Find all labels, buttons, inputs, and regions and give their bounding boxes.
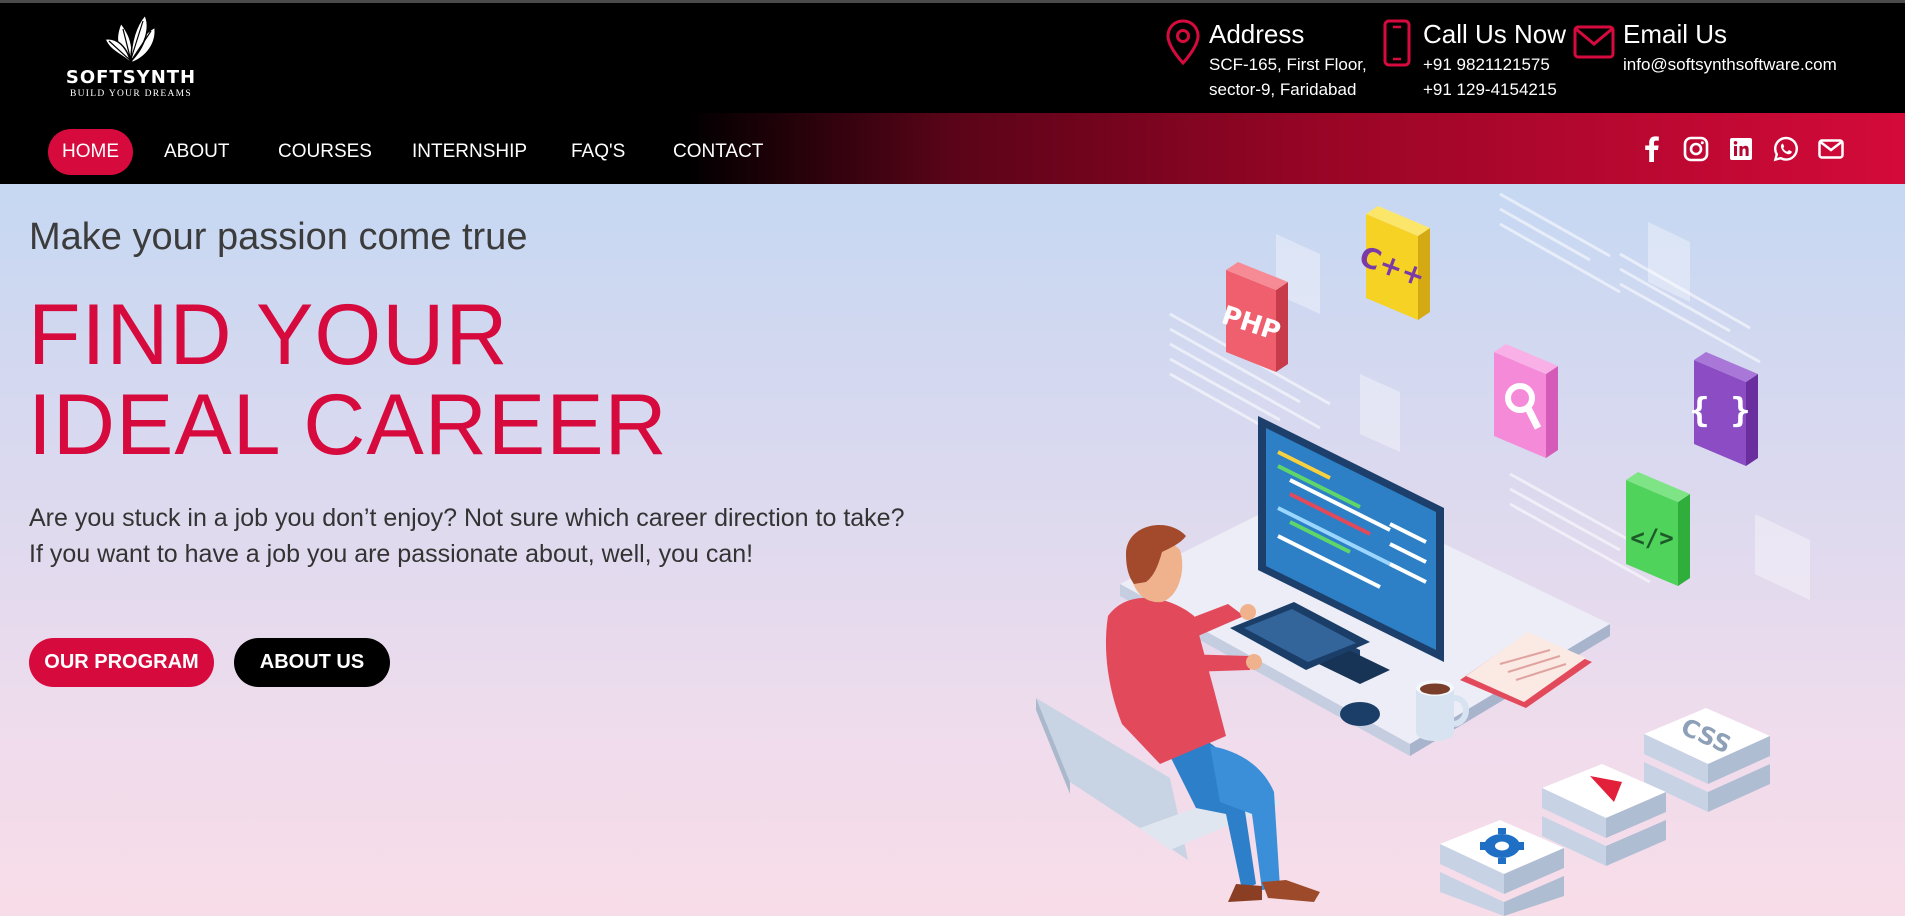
- about-us-button[interactable]: ABOUT US: [234, 638, 390, 687]
- envelope-icon: [1573, 25, 1615, 59]
- mail-icon[interactable]: [1817, 135, 1845, 163]
- call-title: Call Us Now: [1423, 19, 1567, 49]
- code-cube: </>: [1626, 472, 1690, 586]
- mouse: [1340, 702, 1380, 726]
- phone-icon: [1383, 19, 1411, 67]
- desc-line-2: If you want to have a job you are passio…: [29, 540, 754, 568]
- curly-cube: { }: [1689, 352, 1758, 466]
- brand-tagline: BUILD YOUR DREAMS: [69, 89, 193, 99]
- nav-internship[interactable]: INTERNSHIP: [412, 129, 527, 175]
- instagram-icon[interactable]: [1682, 135, 1710, 163]
- address-line-2: sector-9, Faridabad: [1209, 80, 1357, 99]
- nav-about[interactable]: ABOUT: [164, 129, 229, 175]
- hero-description: Are you stuck in a job you don’t enjoy? …: [29, 500, 904, 572]
- cpp-cube: C++: [1355, 206, 1430, 320]
- hero-tagline: Make your passion come true: [29, 216, 528, 258]
- main-nav: HOME ABOUT COURSES INTERNSHIP FAQ'S CONT…: [0, 113, 1905, 184]
- nav-home[interactable]: HOME: [48, 129, 133, 175]
- desc-line-1: Are you stuck in a job you don’t enjoy? …: [29, 504, 905, 532]
- email-title: Email Us: [1623, 19, 1728, 49]
- our-program-button[interactable]: OUR PROGRAM: [29, 638, 214, 687]
- brand-name: SOFTSYNTH: [65, 67, 197, 88]
- code-label: </>: [1630, 524, 1673, 552]
- nav-courses[interactable]: COURSES: [278, 129, 372, 175]
- leaf-logo-icon: [104, 13, 156, 65]
- curly-label: { }: [1689, 391, 1750, 431]
- nav-faqs[interactable]: FAQ'S: [571, 129, 625, 175]
- address-line-1: SCF-165, First Floor,: [1209, 55, 1367, 74]
- map-pin-icon: [1166, 19, 1200, 65]
- phone-2[interactable]: +91 129-4154215: [1423, 80, 1557, 100]
- hero-headline: FIND YOUR IDEAL CAREER: [28, 290, 668, 470]
- top-header: SOFTSYNTH BUILD YOUR DREAMS Address SCF-…: [0, 0, 1905, 113]
- nav-contact[interactable]: CONTACT: [673, 129, 763, 175]
- hero-section: Make your passion come true FIND YOUR ID…: [0, 184, 1905, 916]
- search-cube: [1494, 344, 1558, 458]
- headline-line-2: IDEAL CAREER: [28, 377, 668, 473]
- facebook-icon[interactable]: [1638, 135, 1666, 163]
- linkedin-icon[interactable]: [1727, 135, 1755, 163]
- hero-illustration: PHP C++ { } </> CSS: [1036, 192, 1810, 916]
- logo[interactable]: SOFTSYNTH BUILD YOUR DREAMS: [56, 13, 206, 109]
- whatsapp-icon[interactable]: [1772, 135, 1800, 163]
- address-title: Address: [1209, 19, 1305, 49]
- headline-line-1: FIND YOUR: [28, 287, 509, 383]
- email-address[interactable]: info@softsynthsoftware.com: [1623, 55, 1837, 75]
- phone-1[interactable]: +91 9821121575: [1423, 55, 1550, 75]
- php-cube: PHP: [1218, 262, 1288, 372]
